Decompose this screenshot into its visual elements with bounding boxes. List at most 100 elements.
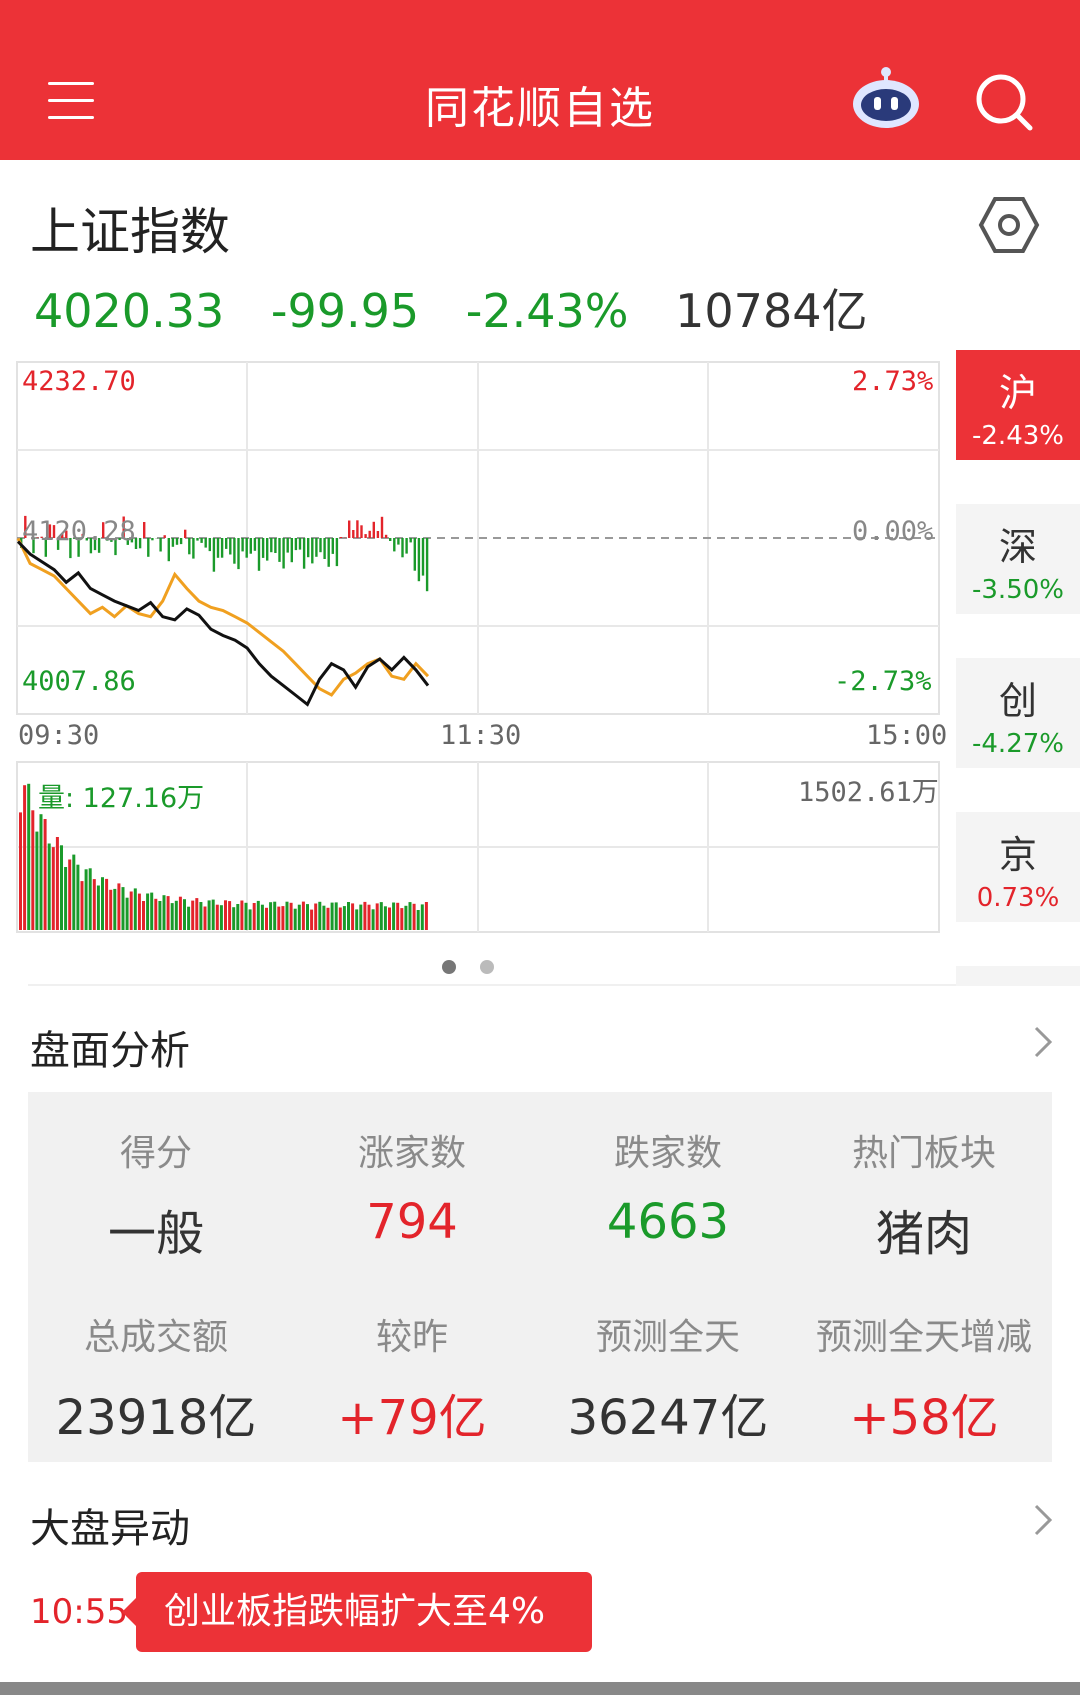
market-tab-name: 沪 [998,371,1037,415]
pressure-bar [184,529,187,538]
market-tab-more[interactable] [956,966,1080,986]
volume-bar [195,898,199,930]
pressure-bar [405,538,408,554]
market-tab-pct: -2.43% [972,421,1064,451]
volume-bar [412,903,416,930]
pressure-bar [360,525,363,538]
volume-max-label: 1502.61万 [798,777,939,808]
market-tab-bj[interactable]: 京 0.73% [956,812,1080,922]
forecast-day-cell[interactable]: 预测全天 36247亿 [540,1308,796,1448]
forecast-change-label: 预测全天增减 [815,1317,1032,1358]
decliners-cell[interactable]: 跌家数 4663 [540,1124,796,1250]
settings-hexagon-icon[interactable] [978,194,1040,256]
volume-bar [236,904,240,930]
pressure-bar [151,538,154,541]
pressure-bar [364,534,367,538]
volume-bar [101,877,104,930]
score-cell[interactable]: 得分 一般 [28,1124,284,1264]
volume-bar [158,901,162,930]
market-moves-title[interactable]: 大盘异动 [30,1496,190,1554]
volume-bar [252,903,256,930]
volume-bar [334,902,338,930]
intraday-chart-svg [16,361,940,933]
market-tab-cyb[interactable]: 创 -4.27% [956,658,1080,768]
volume-bar [228,901,232,930]
x-tick-close: 15:00 [866,720,948,751]
volume-bar [273,901,277,930]
pressure-bar [249,538,252,554]
volume-bar [260,904,264,930]
pressure-bar [401,538,404,558]
pressure-bar [200,538,203,543]
analysis-panel: 得分 一般 涨家数 794 跌家数 4663 热门板块 猪肉 总成交额 2391… [28,1092,1052,1462]
pressure-bar [376,531,380,538]
volume-bar [379,902,383,930]
advancers-cell[interactable]: 涨家数 794 [284,1124,540,1250]
volume-bar [338,907,342,930]
volume-bar [404,905,408,930]
forecast-change-cell[interactable]: 预测全天增减 +58亿 [796,1308,1052,1448]
market-tab-pct: 0.73% [976,883,1060,913]
bottom-edge [0,1682,1080,1695]
market-tab-name: 创 [998,679,1037,723]
total-turnover-value: 23918亿 [55,1390,257,1446]
volume-bar [47,843,51,930]
volume-bar [55,837,59,930]
volume-bar [19,812,22,930]
pressure-bar [417,538,421,582]
volume-bar [76,864,80,930]
hot-sector-cell[interactable]: 热门板块 猪肉 [796,1124,1052,1264]
volume-bar [183,899,186,930]
market-tab-pct: -4.27% [972,729,1064,759]
volume-bar [408,902,412,930]
volume-bar [162,895,166,930]
index-name: 上证指数 [30,203,230,261]
chevron-right-icon[interactable] [1030,1500,1056,1540]
market-tab-sh[interactable]: 沪 -2.43% [956,350,1080,460]
advancers-label: 涨家数 [357,1133,466,1174]
volume-bar [187,906,191,930]
pressure-bar [331,538,334,554]
index-price: 4020.33 [34,284,225,338]
volume-bar [388,907,391,930]
vs-yesterday-value: +79亿 [337,1390,487,1446]
robot-assistant-icon[interactable] [848,64,924,130]
volume-bar [416,910,420,930]
search-icon[interactable] [972,70,1036,134]
analysis-title[interactable]: 盘面分析 [30,1018,190,1076]
pressure-bar [159,538,162,552]
vs-yesterday-cell[interactable]: 较昨 +79亿 [284,1308,540,1448]
volume-label: 量: 127.16万 [38,783,205,814]
volume-bar [322,905,326,930]
y-label-top-left: 4232.70 [22,366,136,397]
pressure-bar [229,538,232,555]
pressure-bar [253,538,257,551]
volume-bar [318,901,322,930]
volume-bar [43,819,47,930]
volume-bar [72,854,76,930]
pressure-bar [286,538,289,553]
pressure-bar [323,538,326,559]
pressure-bar [204,538,207,548]
market-tab-sz[interactable]: 深 -3.50% [956,504,1080,614]
pressure-bar [237,538,240,570]
decliners-value: 4663 [606,1194,730,1250]
event-bubble[interactable]: 创业板指跌幅扩大至4% [122,1572,592,1652]
pressure-bar [352,530,355,538]
pressure-bar [348,520,351,538]
forecast-day-label: 预测全天 [595,1317,740,1358]
pressure-bar [384,534,388,538]
volume-bar [68,859,72,930]
volume-bar [293,908,297,930]
total-turnover-cell[interactable]: 总成交额 23918亿 [28,1308,284,1448]
intraday-chart[interactable]: 4232.70 4120.28 4007.86 2.73% 0.00% -2.7… [16,360,947,938]
x-tick-noon: 11:30 [440,720,522,751]
pressure-bar [339,537,343,538]
volume-bar [306,904,309,930]
volume-bar [199,902,203,930]
chevron-right-icon[interactable] [1030,1022,1056,1062]
volume-bar [174,900,178,930]
volume-bar [355,909,359,930]
pressure-bar [307,538,310,558]
volume-bar [285,901,289,930]
